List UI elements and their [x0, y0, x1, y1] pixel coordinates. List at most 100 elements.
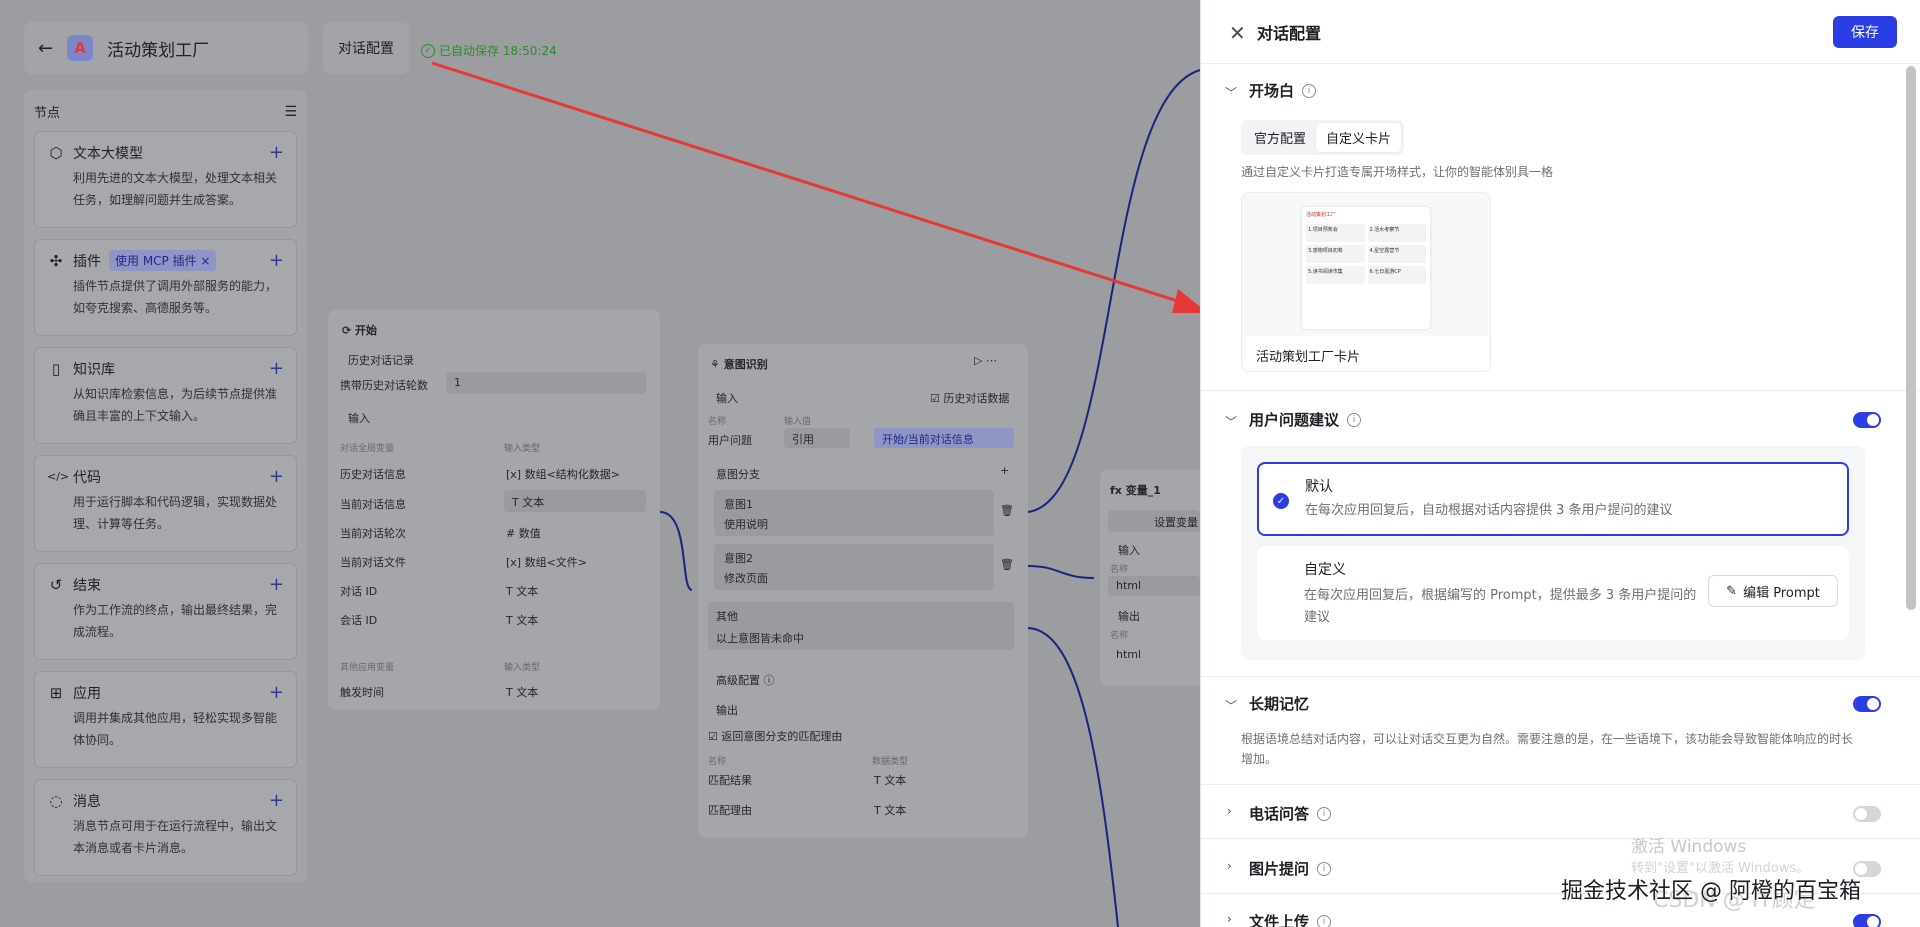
var-name: 触发时间: [340, 686, 384, 699]
node-item-app[interactable]: ⊞ 应用 + 调用并集成其他应用，轻松实现多智能体协同。: [34, 671, 297, 768]
add-node-icon[interactable]: +: [269, 790, 284, 811]
edit-prompt-label: 编辑 Prompt: [1743, 585, 1820, 601]
check-icon: ✓: [1273, 493, 1289, 509]
option-title: 自定义: [1304, 562, 1346, 578]
phone-section-title: 电话问答 i: [1249, 803, 1332, 824]
run-node-icon[interactable]: ▷ ⋯: [974, 354, 997, 367]
variable-node[interactable]: fx 变量_1 设置变量 输入 名称 html 输出 名称 html: [1100, 470, 1200, 686]
branch-label: 意图分支: [716, 468, 760, 481]
var-type: T 文本: [506, 585, 539, 598]
node-panel: 节点 ☰ ⬡ 文本大模型 + 利用先进的文本大模型，处理文本相关任务，如理解问题…: [24, 90, 307, 882]
code-icon: </>: [47, 470, 70, 483]
var-out-value: html: [1116, 648, 1142, 661]
node-item-code[interactable]: </> 代码 + 用于运行脚本和代码逻辑，实现数据处理、计算等任务。: [34, 455, 297, 552]
suggest-option-custom[interactable]: 自定义 在每次应用回复后，根据编写的 Prompt，提供最多 3 条用户提问的建…: [1257, 546, 1849, 640]
add-node-icon[interactable]: +: [269, 466, 284, 487]
chevron-right-icon[interactable]: ›: [1227, 859, 1232, 873]
app-header: ← A 活动策划工厂: [24, 22, 308, 74]
card-preview[interactable]: 活动策划工厂 1.项目预筹会 2.活水考察节 3.感物项目初筹 4.星空露营节 …: [1241, 192, 1491, 372]
add-branch-icon[interactable]: +: [1000, 464, 1009, 477]
delete-icon[interactable]: 🗑: [1000, 504, 1014, 517]
mcp-badge[interactable]: 使用 MCP 插件 ×: [109, 250, 217, 271]
collapse-panel-icon[interactable]: ☰: [284, 104, 297, 120]
node-name: 插件: [73, 253, 101, 270]
card-preview-image: 活动策划工厂 1.项目预筹会 2.活水考察节 3.感物项目初筹 4.星空露营节 …: [1302, 207, 1430, 329]
name-label: 名称: [1110, 631, 1129, 641]
tab-official[interactable]: 官方配置: [1244, 123, 1316, 152]
chevron-right-icon[interactable]: ›: [1227, 804, 1232, 818]
input-label: 输入: [348, 412, 370, 425]
add-node-icon[interactable]: +: [269, 682, 284, 703]
chevron-right-icon[interactable]: ›: [1227, 912, 1232, 926]
col-var: 对话全局变量: [340, 444, 395, 454]
intent-icon: ⚘: [710, 358, 724, 371]
tab-custom-card[interactable]: 自定义卡片: [1316, 123, 1402, 152]
suggest-option-default[interactable]: ✓ 默认 在每次应用回复后，自动根据对话内容提供 3 条用户提问的建议: [1257, 462, 1849, 536]
info-icon: i: [1317, 806, 1332, 821]
ref-select[interactable]: 引用: [784, 428, 850, 448]
mcp-badge-label: 使用 MCP 插件: [115, 254, 197, 268]
app-title: 活动策划工厂: [107, 40, 210, 61]
phone-toggle[interactable]: [1853, 806, 1881, 822]
node-desc: 调用并集成其他应用，轻松实现多智能体协同。: [73, 711, 278, 747]
node-item-plugin[interactable]: ✣ 插件 使用 MCP 插件 × + 插件节点提供了调用外部服务的能力，如夸克搜…: [34, 239, 297, 336]
node-desc: 插件节点提供了调用外部服务的能力，如夸克搜索、高德服务等。: [73, 279, 278, 315]
chevron-down-icon[interactable]: ﹀: [1225, 413, 1237, 430]
edit-prompt-button[interactable]: ✎ 编辑 Prompt: [1708, 575, 1838, 607]
node-item-message[interactable]: ◌ 消息 + 消息节点可用于在运行流程中，输出文本消息或者卡片消息。: [34, 779, 297, 876]
node-desc: 从知识库检索信息，为后续节点提供准确且丰富的上下文输入。: [73, 387, 278, 423]
memory-toggle[interactable]: [1853, 696, 1881, 712]
node-item-llm[interactable]: ⬡ 文本大模型 + 利用先进的文本大模型，处理文本相关任务，如理解问题并生成答案…: [34, 131, 297, 228]
var-node-title: fx 变量_1: [1110, 484, 1161, 497]
carry-rounds-input[interactable]: 1: [446, 372, 646, 394]
out-col-type: 数据类型: [872, 757, 909, 767]
check-circle-icon: ✓: [421, 43, 435, 58]
intent-node[interactable]: ⚘ 意图识别 ▷ ⋯ 输入 ☑ 历史对话数据 名称 输入值 用户问题 引用 开始…: [698, 344, 1028, 838]
set-variable-button[interactable]: 设置变量: [1108, 510, 1200, 532]
add-node-icon[interactable]: +: [269, 358, 284, 379]
close-icon[interactable]: ✕: [1229, 21, 1246, 45]
var-type: T 文本: [506, 614, 539, 627]
conversation-config-button[interactable]: 对话配置: [323, 22, 409, 74]
node-desc: 消息节点可用于在运行流程中，输出文本消息或者卡片消息。: [73, 819, 278, 855]
file-section-title: 文件上传 i: [1249, 911, 1332, 927]
add-node-icon[interactable]: +: [269, 574, 284, 595]
chevron-down-icon[interactable]: ﹀: [1225, 84, 1237, 101]
out-type: T 文本: [874, 774, 907, 787]
conversation-config-label: 对话配置: [338, 41, 394, 57]
add-node-icon[interactable]: +: [269, 142, 284, 163]
out-col-name: 名称: [708, 757, 727, 767]
ref-value-tag[interactable]: 开始/当前对话信息: [874, 428, 1014, 448]
var-type-select[interactable]: T 文本: [504, 490, 646, 512]
divider: [1201, 676, 1920, 677]
preview-title: 活动策划工厂: [1306, 212, 1337, 218]
suggest-options: ✓ 默认 在每次应用回复后，自动根据对话内容提供 3 条用户提问的建议 自定义 …: [1241, 446, 1865, 660]
drawer-scrollbar[interactable]: [1906, 66, 1916, 610]
start-node[interactable]: ⟳ 开始 历史对话记录 携带历史对话轮数 1 输入 对话全局变量 输入类型 历史…: [328, 310, 660, 710]
chevron-down-icon[interactable]: ﹀: [1225, 697, 1237, 714]
advanced-config[interactable]: 高级配置 ⓘ: [716, 672, 775, 688]
info-icon: i: [1347, 412, 1362, 427]
node-item-knowledge[interactable]: ▯ 知识库 + 从知识库检索信息，为后续节点提供准确且丰富的上下文输入。: [34, 347, 297, 444]
history-checkbox[interactable]: ☑ 历史对话数据: [930, 390, 1009, 406]
conversation-config-drawer: ✕ 对话配置 保存 ﹀ 开场白 i 官方配置 自定义卡片 通过自定义卡片打造专属开…: [1200, 0, 1920, 927]
option-desc: 在每次应用回复后，自动根据对话内容提供 3 条用户提问的建议: [1305, 503, 1673, 518]
save-button[interactable]: 保存: [1833, 16, 1897, 48]
intent-1-box[interactable]: 意图1 使用说明: [714, 490, 994, 536]
add-node-icon[interactable]: +: [269, 250, 284, 271]
return-reason-checkbox[interactable]: ☑ 返回意图分支的匹配理由: [708, 728, 842, 744]
node-name: 文本大模型: [73, 145, 143, 162]
arrow-left-icon[interactable]: ←: [38, 38, 53, 59]
node-desc: 利用先进的文本大模型，处理文本相关任务，如理解问题并生成答案。: [73, 171, 278, 207]
file-toggle[interactable]: [1853, 914, 1881, 927]
divider: [1201, 784, 1920, 785]
memory-section-title: 长期记忆: [1249, 695, 1310, 713]
puzzle-icon: ✣: [49, 251, 63, 270]
delete-icon[interactable]: 🗑: [1000, 558, 1014, 571]
suggest-toggle[interactable]: [1853, 412, 1881, 428]
start-node-title: ⟳ 开始: [342, 324, 378, 337]
intent-2-box[interactable]: 意图2 修改页面: [714, 544, 994, 590]
node-name: 知识库: [73, 361, 115, 378]
node-item-end[interactable]: ↺ 结束 + 作为工作流的终点，输出最终结果，完成流程。: [34, 563, 297, 660]
var-in-field[interactable]: html: [1108, 576, 1200, 596]
